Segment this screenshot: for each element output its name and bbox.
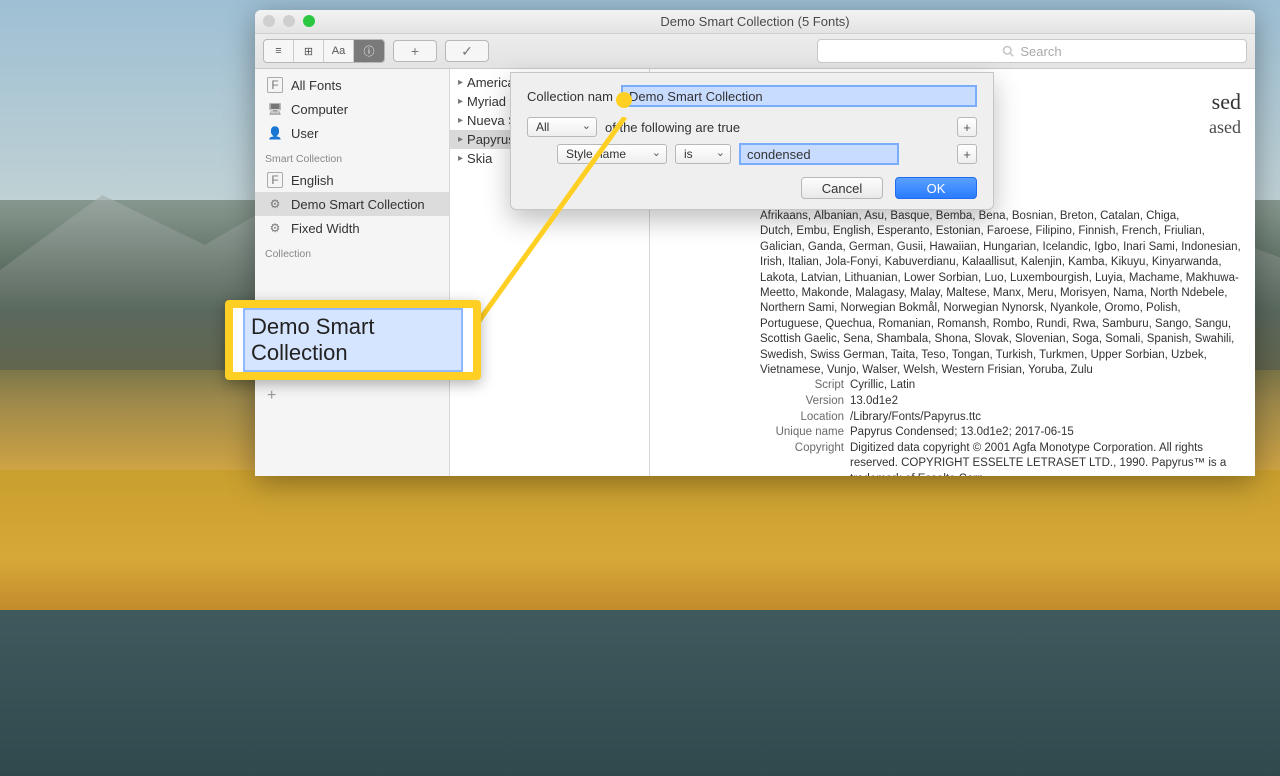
font-icon: F [267, 77, 283, 93]
preview-style-2: ased [1209, 117, 1241, 138]
cancel-button[interactable]: Cancel [801, 177, 883, 199]
match-suffix-label: of the following are true [605, 120, 740, 135]
smart-collection-sheet: Collection nam All of the following are … [510, 72, 994, 210]
match-any-all-select[interactable]: All [527, 117, 597, 137]
validate-button[interactable]: ✓ [445, 40, 489, 62]
sidebar-group-smart: Smart Collection [255, 145, 449, 168]
search-icon [1002, 45, 1014, 57]
titlebar[interactable]: Demo Smart Collection (5 Fonts) [255, 10, 1255, 34]
ok-button[interactable]: OK [895, 177, 977, 199]
view-grid-button[interactable]: ⊞ [294, 40, 324, 62]
rule-field-select[interactable]: Style name [557, 144, 667, 164]
view-info-button[interactable]: ⓘ [354, 40, 384, 62]
rule-operator-select[interactable]: is [675, 144, 731, 164]
sidebar: FAll Fonts 🖥Computer 👤User Smart Collect… [255, 69, 450, 476]
zoom-button[interactable] [303, 15, 315, 27]
preview-style-1: sed [1212, 89, 1241, 115]
add-subrule-button[interactable]: + [957, 144, 977, 164]
sidebar-item-user[interactable]: 👤User [255, 121, 449, 145]
minimize-button[interactable] [283, 15, 295, 27]
window-title: Demo Smart Collection (5 Fonts) [660, 14, 849, 29]
callout-box: Demo Smart Collection [225, 300, 481, 380]
user-icon: 👤 [267, 125, 283, 141]
sidebar-add-button[interactable]: + [255, 381, 449, 411]
sidebar-item-computer[interactable]: 🖥Computer [255, 97, 449, 121]
collection-name-input[interactable] [621, 85, 977, 107]
sidebar-item-english[interactable]: FEnglish [255, 168, 449, 192]
sidebar-item-all-fonts[interactable]: FAll Fonts [255, 73, 449, 97]
sidebar-item-demo-smart[interactable]: ⚙Demo Smart Collection [255, 192, 449, 216]
sidebar-group-collection: Collection [255, 240, 449, 263]
callout-text: Demo Smart Collection [243, 308, 463, 372]
search-field[interactable]: Search [817, 39, 1247, 63]
view-sample-button[interactable]: Aa [324, 40, 354, 62]
language-list-prefix: Afrikaans, Albanian, Asu, Basque, Bemba,… [760, 209, 1243, 224]
language-list: Dutch, Embu, English, Esperanto, Estonia… [760, 224, 1243, 378]
disclosure-icon: ▸ [458, 96, 463, 107]
rule-value-input[interactable] [739, 143, 899, 165]
toolbar: ≡ ⊞ Aa ⓘ + ✓ Search [255, 34, 1255, 69]
close-button[interactable] [263, 15, 275, 27]
disclosure-icon: ▸ [458, 153, 463, 164]
font-icon: F [267, 172, 283, 188]
view-mode-segment: ≡ ⊞ Aa ⓘ [263, 39, 385, 63]
add-rule-button[interactable]: + [957, 117, 977, 137]
collection-name-label: Collection nam [527, 89, 613, 104]
disclosure-icon: ▸ [458, 115, 463, 126]
callout-dot [616, 92, 632, 108]
sidebar-item-fixed-width[interactable]: ⚙Fixed Width [255, 216, 449, 240]
view-list-button[interactable]: ≡ [264, 40, 294, 62]
disclosure-icon: ▸ [458, 134, 463, 145]
disclosure-icon: ▸ [458, 77, 463, 88]
gear-icon: ⚙ [267, 196, 283, 212]
computer-icon: 🖥 [267, 101, 283, 117]
add-button[interactable]: + [393, 40, 437, 62]
gear-icon: ⚙ [267, 220, 283, 236]
search-placeholder: Search [1020, 44, 1061, 59]
